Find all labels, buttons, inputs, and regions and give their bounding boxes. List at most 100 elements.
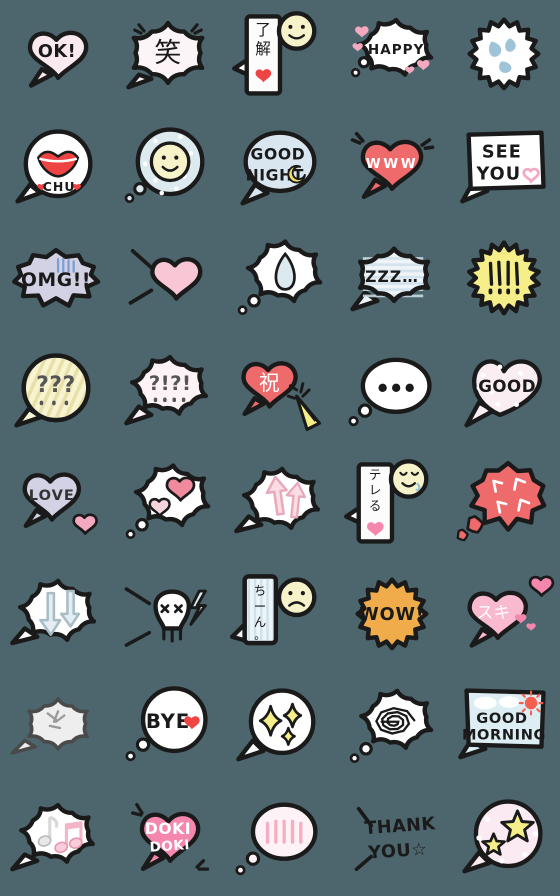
sticker-sweat-drop-thought[interactable] [224,224,336,336]
sticker-ira-ira-anger-burst[interactable] [448,448,560,560]
svg-text:LOVE: LOVE [29,487,75,504]
svg-text:GOOD: GOOD [478,377,536,396]
smiley-thought-bubble-icon [124,127,205,204]
happy-cloud-bubble-icon: HAPPY [350,17,434,78]
sticker-chiin-sad-bubble[interactable]: ちーん。 [224,560,336,672]
confused-cloud-bubble-icon: ?!?! [124,354,209,426]
svg-text:祝: 祝 [259,371,280,395]
skull-shock-icon [124,587,207,647]
www-heart-bubble-icon: WWW [350,131,435,199]
ellipsis-bubble-icon [348,357,432,427]
svg-text:レ: レ [369,483,382,498]
sticker-smiley-thought-bubble[interactable] [112,112,224,224]
iwai-celebration-heart-icon: 祝 [241,361,322,431]
suki-pink-heart-icon: スキ [467,575,555,648]
sticker-zzz-sleep-cloud[interactable]: ZZZ… [336,224,448,336]
svg-text:スキ: スキ [476,603,510,622]
sticker-warai-cloud-bubble[interactable]: 笑 [112,0,224,112]
sticker-iwai-celebration-heart[interactable]: 祝 [224,336,336,448]
svg-text:???: ??? [36,373,76,398]
svg-text:CHU: CHU [43,179,76,194]
svg-text:MORNING: MORNING [462,726,546,743]
ira-ira-anger-burst-icon [456,460,547,542]
down-arrows-cloud-icon [10,578,97,646]
svg-text:WWW: WWW [366,156,419,172]
svg-text:笑: 笑 [154,38,182,69]
svg-text:ー: ー [254,599,267,614]
wow-burst-bubble-icon: WOW! [355,577,429,651]
good-night-bubble-icon: GOODNIGHT [240,130,317,206]
doki-doki-heart-icon: DOKIDOKI [130,802,210,871]
sticker-www-heart-bubble[interactable]: WWW [336,112,448,224]
sticker-sparkle-bubble[interactable] [224,672,336,784]
bye-bubble-icon: BYE [125,686,208,762]
sticker-ryoukai-vertical-bubble[interactable]: 了解 [224,0,336,112]
sticker-ok-heart-bubble[interactable]: OK! [0,0,112,112]
svg-text:YOU☆: YOU☆ [367,840,428,864]
hearts-thought-cloud-icon [125,463,211,540]
music-notes-cloud-icon [10,802,95,872]
svg-text:。: 。 [254,628,266,642]
sticker-happy-cloud-bubble[interactable]: HAPPY [336,0,448,112]
good-heart-bubble-icon: GOOD [464,359,542,428]
sticker-bye-bubble[interactable]: BYE [112,672,224,784]
sticker-ellipsis-bubble[interactable] [336,336,448,448]
pink-heart-emphasis-icon [128,249,203,305]
sticker-music-notes-cloud[interactable] [0,784,112,896]
sticker-love-heart-bubble[interactable]: LOVE [0,448,112,560]
sticker-tereru-vertical-bubble[interactable]: テレる [336,448,448,560]
sticker-confused-cloud-bubble[interactable]: ?!?! [112,336,224,448]
sticker-puff-gray-cloud[interactable] [0,672,112,784]
sticker-scribble-thought-cloud[interactable] [336,672,448,784]
sticker-thank-you-text[interactable]: THANK YOU☆ [336,784,448,896]
svg-text:WOW!: WOW! [359,605,424,625]
sticker-down-arrows-cloud[interactable] [0,560,112,672]
svg-text:DOKI: DOKI [149,837,190,856]
sticker-chu-kiss-bubble[interactable]: CHU [0,112,112,224]
sticker-suki-pink-heart[interactable]: スキ [448,560,560,672]
sweat-drop-thought-icon [237,239,323,316]
sticker-see-you-box-bubble[interactable]: SEE YOU [448,112,560,224]
thank-you-text-icon: THANKYOU☆ [354,806,437,871]
sticker-hearts-thought-cloud[interactable] [112,448,224,560]
sticker-good-night-bubble[interactable]: GOOD NIGHT [224,112,336,224]
sticker-good-heart-bubble[interactable]: GOOD [448,336,560,448]
sticker-pink-heart-emphasis[interactable] [112,224,224,336]
sticker-doki-doki-heart[interactable]: DOKI DOKI [112,784,224,896]
exclamation-burst-icon [466,240,542,316]
sticker-up-arrows-cloud[interactable] [224,448,336,560]
svg-text:THANK: THANK [364,814,437,839]
svg-text:GOOD: GOOD [476,710,527,727]
sticker-skull-shock[interactable] [112,560,224,672]
sticker-omg-burst-bubble[interactable]: OMG!! [0,224,112,336]
sticker-grid: OK! 笑 了解 HAPPY CHU GOOD NIGHT WWW SEE YOU OMG!! ZZZ… [0,0,560,896]
sticker-good-morning-bubble[interactable]: GOOD MORNING [448,672,560,784]
tereru-vertical-bubble-icon: テレる [344,459,429,544]
sparkle-bubble-icon [236,688,316,762]
up-arrows-cloud-icon [234,466,321,534]
svg-text:OMG!!: OMG!! [21,270,91,291]
svg-text:GOOD: GOOD [251,146,306,164]
good-morning-bubble-icon: GOODMORNING [458,688,546,760]
svg-text:SEE: SEE [482,143,522,163]
ok-heart-bubble-icon: OK! [27,30,89,88]
sticker-question-marks-bubble[interactable]: ??? [0,336,112,448]
sticker-sweat-drops-burst[interactable] [448,0,560,112]
svg-text:OK!: OK! [38,42,76,62]
see-you-box-bubble-icon: SEEYOU [460,130,546,204]
warai-cloud-bubble-icon: 笑 [126,20,205,90]
svg-text:YOU: YOU [475,164,521,184]
stars-bubble-icon [462,799,543,874]
sticker-exclamation-burst[interactable] [448,224,560,336]
sticker-wow-burst-bubble[interactable]: WOW! [336,560,448,672]
sticker-stars-bubble[interactable] [448,784,560,896]
sweat-drops-burst-icon [467,17,541,91]
chiin-sad-bubble-icon: ちーん。 [229,574,317,646]
svg-text:?!?!: ?!?! [149,372,192,395]
svg-text:了: 了 [255,21,271,39]
zzz-sleep-cloud-icon: ZZZ… [350,246,431,312]
question-marks-bubble-icon: ??? [14,353,91,428]
svg-text:テ: テ [369,467,382,482]
puff-gray-cloud-icon [10,697,89,755]
sticker-blush-lines-bubble[interactable] [224,784,336,896]
